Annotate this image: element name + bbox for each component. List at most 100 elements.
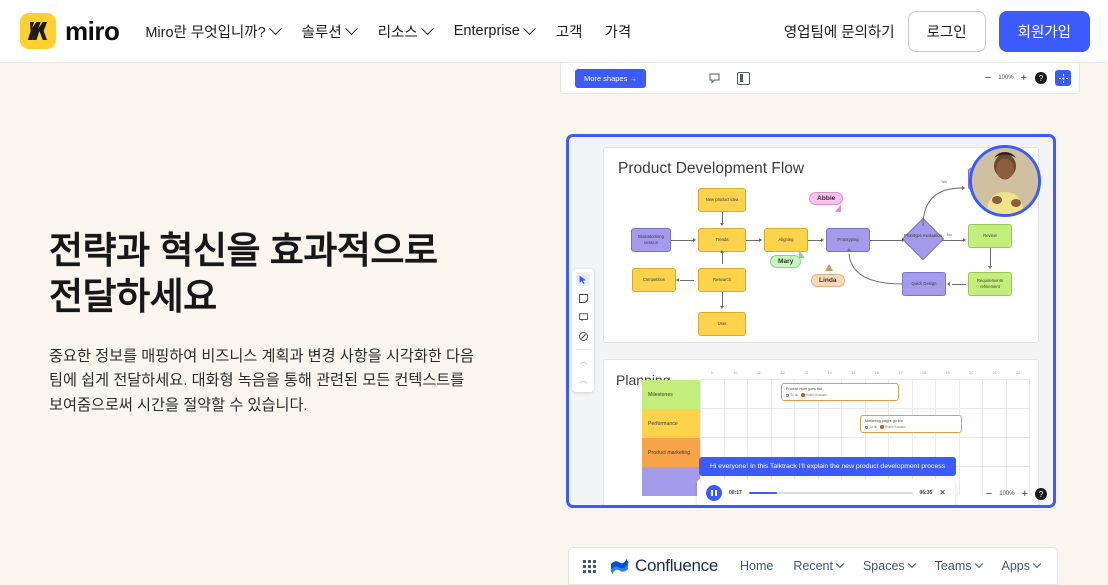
help-icon[interactable]: ? xyxy=(1035,72,1047,84)
chevron-down-icon xyxy=(268,21,282,35)
confluence-nav-label: Home xyxy=(740,559,774,573)
cursor-tool-icon[interactable] xyxy=(576,273,590,286)
flow-node-user[interactable]: User xyxy=(698,312,746,336)
flow-arrow xyxy=(963,237,966,242)
flow-node-review[interactable]: Review xyxy=(968,224,1012,248)
gantt-tick: 16 xyxy=(874,370,879,375)
gantt-task-meta: To do Rubin Kowacz xyxy=(865,425,957,429)
chevron-down-icon xyxy=(907,559,916,569)
pen-tool-icon[interactable] xyxy=(576,330,590,343)
flow-edge-label-yes: Yes xyxy=(941,180,947,184)
flow-edge xyxy=(671,240,693,241)
flow-node-requirements-refinement[interactable]: Requirements refinement xyxy=(968,272,1012,296)
redo-tool-icon[interactable] xyxy=(576,375,590,388)
flow-edge xyxy=(722,292,723,306)
miro-logo[interactable]: miro xyxy=(20,13,120,49)
undo-tool-icon[interactable] xyxy=(576,356,590,369)
board-zoom-in-button[interactable]: + xyxy=(1022,488,1028,500)
flow-arrow xyxy=(821,237,824,242)
board-bottom-controls: − 100% + ? xyxy=(986,488,1047,500)
nav-label: 리소스 xyxy=(377,24,418,41)
contact-sales-link[interactable]: 영업팀에 문의하기 xyxy=(784,21,895,42)
flow-node-quick-design[interactable]: Quick Design xyxy=(902,272,946,296)
board-vertical-toolbar xyxy=(572,269,594,392)
signup-button[interactable]: 회원가입 xyxy=(998,10,1090,52)
confluence-nav-recent[interactable]: Recent xyxy=(793,559,845,573)
chevron-down-icon xyxy=(522,21,536,35)
nav-item-resources[interactable]: 리소스 xyxy=(377,21,434,42)
zoom-in-button[interactable]: + xyxy=(1021,72,1027,84)
gantt-task-card[interactable]: Product Hunt goes live To do Rubin Kowac… xyxy=(781,383,899,401)
confluence-logo[interactable]: Confluence xyxy=(610,556,718,576)
flow-edge xyxy=(722,252,723,264)
gantt-task-title: Marketing pages go live xyxy=(865,419,903,423)
gantt-row-label-extra xyxy=(642,467,700,496)
sticky-note-tool-icon[interactable] xyxy=(576,292,590,305)
grid-icon[interactable] xyxy=(1055,70,1071,86)
flow-arrow xyxy=(693,237,696,242)
player-progress-bar[interactable] xyxy=(748,491,913,494)
site-header: miro Miro란 무엇입니까? 솔루션 리소스 Enterprise 고객 … xyxy=(0,0,1108,63)
flow-arrow xyxy=(962,185,965,190)
flow-node-trends[interactable]: Trends xyxy=(698,228,746,252)
confluence-nav-label: Teams xyxy=(934,559,972,573)
cursor-pointer-icon xyxy=(799,250,805,258)
flow-edge-label-no: No xyxy=(947,233,952,237)
confluence-nav-apps[interactable]: Apps xyxy=(1002,559,1042,573)
nav-item-customers[interactable]: 고객 xyxy=(556,21,583,42)
flow-node-research[interactable]: Research xyxy=(698,268,746,292)
nav-item-pricing[interactable]: 가격 xyxy=(605,21,632,42)
zoom-out-button[interactable]: − xyxy=(985,72,991,84)
confluence-nav-label: Recent xyxy=(793,559,833,573)
chevron-down-icon xyxy=(835,559,845,569)
flow-node-new-product-idea[interactable]: New product idea xyxy=(698,188,746,212)
flow-edge xyxy=(808,240,822,241)
player-total-time: 06:35 xyxy=(919,489,933,496)
confluence-bar: Confluence Home Recent Spaces Teams Apps xyxy=(568,547,1058,585)
flow-arrow xyxy=(902,237,905,242)
comment-tool-icon[interactable] xyxy=(576,311,590,324)
flow-edge-loop-curve xyxy=(848,253,903,285)
flow-node-aligning[interactable]: Aligning xyxy=(764,228,808,252)
login-button[interactable]: 로그인 xyxy=(907,10,986,52)
confluence-nav-home[interactable]: Home xyxy=(740,559,773,573)
flow-arrow xyxy=(947,281,950,286)
zoom-level-label: 100% xyxy=(998,75,1014,81)
miro-logo-icon xyxy=(20,13,56,49)
gantt-rows: Milestones Performance Product marketing xyxy=(642,379,1030,496)
pause-button[interactable] xyxy=(706,484,722,501)
flow-edge xyxy=(990,248,991,266)
flow-node-brainstorming-session[interactable]: Brainstorming session xyxy=(631,228,671,252)
flow-edge xyxy=(680,280,694,281)
main-nav: Miro란 무엇입니까? 솔루션 리소스 Enterprise 고객 가격 xyxy=(145,21,631,42)
participant-video-bubble[interactable] xyxy=(969,145,1041,217)
board-zoom-out-button[interactable]: − xyxy=(986,488,992,500)
nav-item-what-is-miro[interactable]: Miro란 무엇입니까? xyxy=(145,21,282,42)
flow-edge xyxy=(942,240,964,241)
flow-edge xyxy=(870,240,903,241)
nav-item-solutions[interactable]: 솔루션 xyxy=(301,21,358,42)
miro-logo-text: miro xyxy=(65,15,120,46)
board-help-icon[interactable]: ? xyxy=(1035,488,1047,500)
gantt-tick: 14 xyxy=(827,370,832,375)
confluence-nav-teams[interactable]: Teams xyxy=(934,559,983,573)
panel-icon[interactable] xyxy=(736,71,750,85)
confluence-nav-spaces[interactable]: Spaces xyxy=(862,559,916,573)
gantt-task-status: To do xyxy=(865,425,877,429)
nav-item-enterprise[interactable]: Enterprise xyxy=(454,21,536,39)
flow-arrow xyxy=(719,250,724,253)
apps-grid-icon[interactable] xyxy=(583,559,596,573)
nav-label: 솔루션 xyxy=(301,24,342,41)
chevron-down-icon xyxy=(974,559,983,569)
gantt-row-label-performance: Performance xyxy=(642,409,700,438)
more-shapes-button[interactable]: More shapes → xyxy=(575,68,646,88)
gantt-task-card[interactable]: Marketing pages go live To do Rubin Kowa… xyxy=(860,415,962,433)
flow-edge xyxy=(952,284,966,285)
close-icon[interactable]: ✕ xyxy=(939,488,946,497)
flow-node-competition[interactable]: Competition xyxy=(632,268,676,292)
hero-copy: 전략과 혁신을 효과적으로 전달하세요 중요한 정보를 매핑하여 비즈니스 계획… xyxy=(49,228,479,418)
confluence-nav-label: Spaces xyxy=(862,559,905,573)
board-toolbar-strip: More shapes → − 100% + ? xyxy=(560,62,1080,94)
chat-icon[interactable] xyxy=(708,72,721,85)
nav-label: 고객 xyxy=(555,24,583,41)
